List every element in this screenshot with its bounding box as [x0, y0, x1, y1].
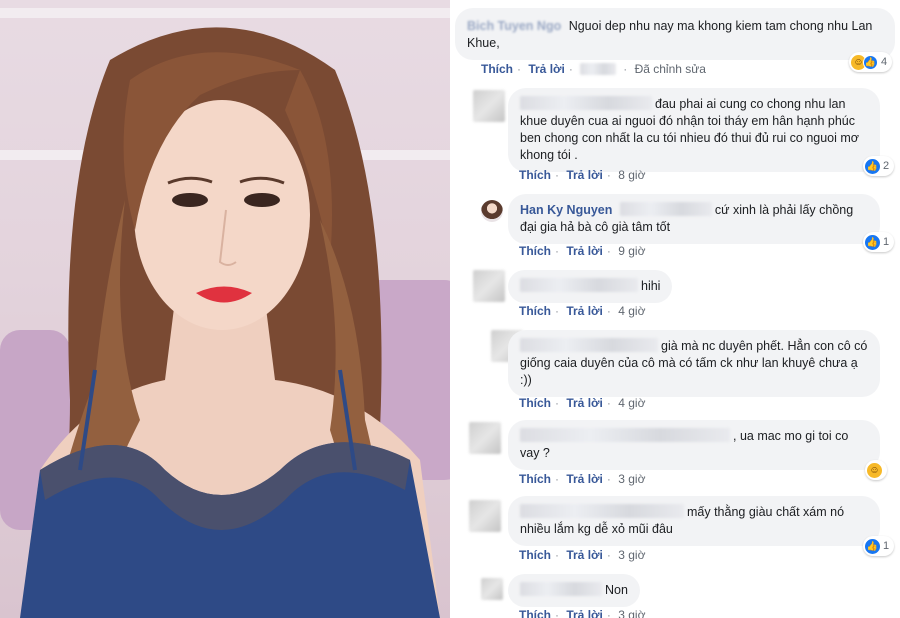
comment: mấy thằng giàu chất xám nó nhiều lắm kg … [455, 496, 900, 568]
commenter-name[interactable]: Han Ky Nguyen [520, 203, 612, 217]
comment-actions: Thích · Trả lời · 8 giờ [519, 168, 646, 182]
like-link[interactable]: Thích [519, 304, 551, 318]
edited-label[interactable]: Đã chỉnh sửa [635, 62, 706, 76]
comment-bubble: , ua mac mo gi toi co vay ? [508, 420, 880, 470]
reply-link[interactable]: Trả lời [566, 304, 603, 318]
comment-bubble: già mà nc duyên phết. Hẳn con cô có giốn… [508, 330, 880, 397]
comment: , ua mac mo gi toi co vay ? Thích · Trả l… [455, 420, 900, 490]
commenter-name[interactable]: Bich Tuyen Ngo [467, 19, 561, 33]
reply-link[interactable]: Trả lời [566, 244, 603, 258]
comment: Han Ky Nguyen cứ xinh là phải lấy chồng … [455, 194, 900, 264]
comment-text: hihi [641, 279, 661, 293]
timestamp[interactable]: 3 giờ [618, 608, 645, 618]
like-link[interactable]: Thích [519, 244, 551, 258]
comment-bubble: Han Ky Nguyen cứ xinh là phải lấy chồng … [508, 194, 880, 244]
comment: Bich Tuyen Ngo Nguoi dep nhu nay ma khon… [455, 0, 900, 80]
comment-bubble: đau phai ai cung co chong nhu lan khue d… [508, 88, 880, 172]
avatar[interactable] [473, 90, 505, 122]
comment-actions: Thích · Trả lời · 4 giờ [519, 304, 646, 318]
timestamp[interactable]: 3 giờ [618, 548, 645, 562]
redacted-name [520, 338, 658, 352]
comment-bubble: hihi [508, 270, 673, 303]
reaction-summary[interactable]: ☺ 👍 4 [849, 52, 893, 72]
redacted-block [580, 63, 617, 75]
comment: già mà nc duyên phết. Hẳn con cô có giốn… [455, 330, 900, 416]
comment-bubble: Non [508, 574, 640, 607]
reaction-summary[interactable]: 👍 1 [863, 232, 895, 252]
reaction-count: 4 [881, 56, 888, 68]
comment-actions: Thích · Trả lời · · Đã chỉnh sửa [481, 62, 706, 76]
redacted-block [619, 202, 712, 216]
timestamp[interactable]: 3 giờ [618, 472, 645, 486]
reaction-count: 1 [883, 540, 890, 552]
redacted-name [520, 582, 602, 596]
redacted-name [520, 96, 652, 110]
reaction-count: 2 [883, 160, 890, 172]
timestamp[interactable]: 9 giờ [618, 244, 645, 258]
selfie-photo [0, 0, 450, 618]
like-link[interactable]: Thích [481, 62, 513, 76]
haha-icon: ☺ [867, 462, 882, 478]
avatar[interactable] [469, 500, 501, 532]
redacted-name [520, 428, 730, 442]
redacted-name [520, 278, 638, 292]
comment: Non Thích · Trả lời · 3 giờ [455, 574, 900, 618]
reaction-summary[interactable]: 👍 1 [863, 536, 895, 556]
timestamp[interactable]: 4 giờ [618, 396, 645, 410]
like-link[interactable]: Thích [519, 396, 551, 410]
comment-actions: Thích · Trả lời · 3 giờ [519, 472, 646, 486]
reply-link[interactable]: Trả lời [566, 472, 603, 486]
like-icon: 👍 [865, 158, 880, 174]
comment-text: Non [605, 583, 628, 597]
like-icon: 👍 [865, 234, 880, 250]
like-link[interactable]: Thích [519, 548, 551, 562]
reply-link[interactable]: Trả lời [566, 396, 603, 410]
comment-bubble: Bich Tuyen Ngo Nguoi dep nhu nay ma khon… [455, 8, 895, 60]
avatar[interactable] [469, 422, 501, 454]
avatar[interactable] [473, 270, 505, 302]
comment-actions: Thích · Trả lời · 4 giờ [519, 396, 646, 410]
comment-actions: Thích · Trả lời · 9 giờ [519, 244, 646, 258]
reaction-summary[interactable]: 👍 2 [863, 156, 895, 176]
like-icon: 👍 [863, 54, 878, 70]
avatar[interactable] [481, 200, 503, 222]
comment: đau phai ai cung co chong nhu lan khue d… [455, 88, 900, 188]
like-link[interactable]: Thích [519, 472, 551, 486]
comment-actions: Thích · Trả lời · 3 giờ [519, 608, 645, 618]
comment-thread: Bich Tuyen Ngo Nguoi dep nhu nay ma khon… [455, 0, 900, 618]
like-icon: 👍 [865, 538, 880, 554]
reply-link[interactable]: Trả lời [566, 608, 603, 618]
reply-link[interactable]: Trả lời [566, 168, 603, 182]
portrait-illustration [0, 27, 450, 618]
reaction-count: 1 [883, 236, 890, 248]
reply-link[interactable]: Trả lời [566, 548, 603, 562]
timestamp[interactable]: 4 giờ [618, 304, 645, 318]
avatar[interactable] [481, 578, 503, 600]
reaction-summary[interactable]: ☺ [865, 460, 887, 480]
like-link[interactable]: Thích [519, 608, 551, 618]
like-link[interactable]: Thích [519, 168, 551, 182]
comment-bubble: mấy thằng giàu chất xám nó nhiều lắm kg … [508, 496, 880, 546]
reply-link[interactable]: Trả lời [528, 62, 565, 76]
timestamp[interactable]: 8 giờ [618, 168, 645, 182]
comment: hihi Thích · Trả lời · 4 giờ [455, 270, 900, 324]
comment-actions: Thích · Trả lời · 3 giờ [519, 548, 646, 562]
redacted-name [520, 504, 684, 518]
